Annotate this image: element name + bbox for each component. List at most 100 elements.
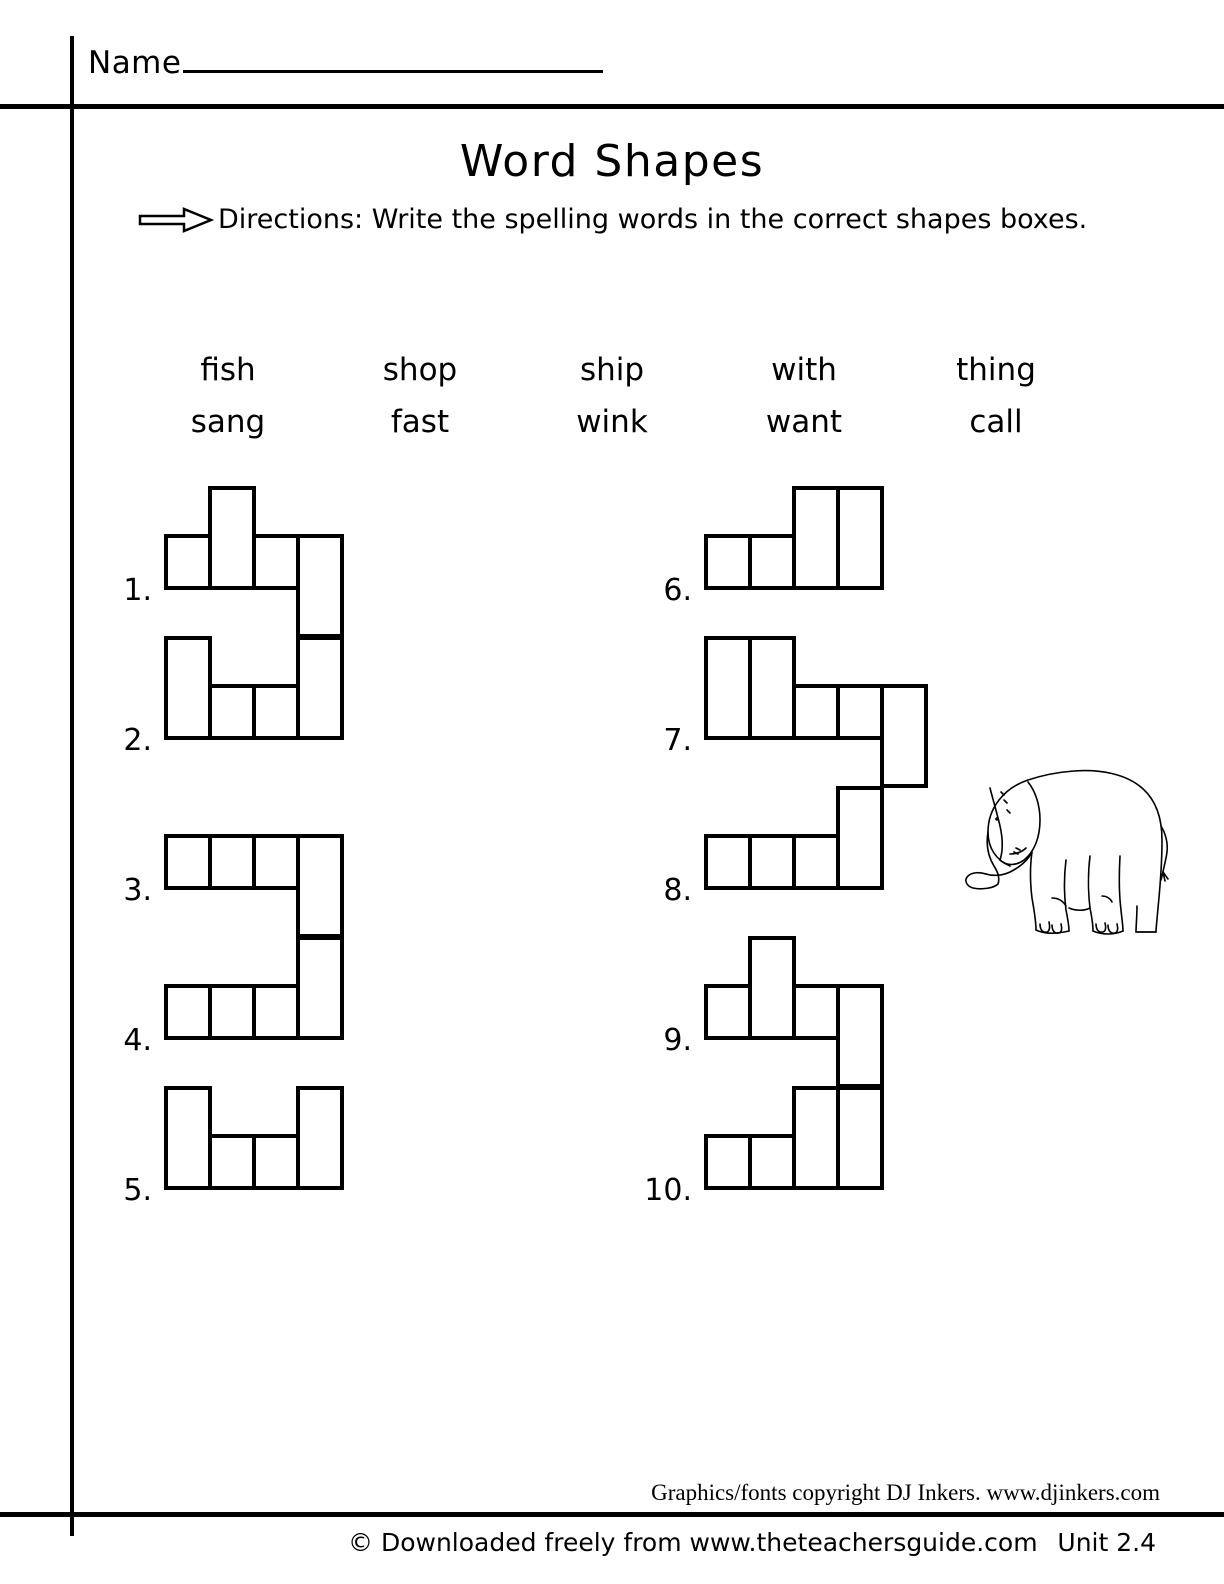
word-bank-item: sang xyxy=(190,404,266,440)
word-shape-item: 7. xyxy=(636,636,928,788)
word-bank-item: call xyxy=(969,404,1023,440)
elephant-illustration xyxy=(940,748,1180,948)
letter-box-tall[interactable] xyxy=(836,786,884,890)
letter-box-short[interactable] xyxy=(704,1134,752,1190)
word-bank-item: want xyxy=(765,404,843,440)
letter-box-short[interactable] xyxy=(836,684,884,740)
letter-box-short[interactable] xyxy=(208,834,256,890)
letter-box-short[interactable] xyxy=(164,534,212,590)
directions-row: Directions: Write the spelling words in … xyxy=(138,204,1087,235)
word-shape-number: 5. xyxy=(123,1173,152,1208)
graphics-credit: Graphics/fonts copyright DJ Inkers. www.… xyxy=(651,1480,1160,1505)
right-arrow-icon xyxy=(138,206,215,233)
word-shape-number: 4. xyxy=(123,1023,152,1058)
word-shape-item: 6. xyxy=(636,486,928,636)
word-shape-number: 7. xyxy=(663,723,692,758)
footer-divider-rule xyxy=(0,1512,1224,1517)
name-label: Name xyxy=(88,45,182,81)
letter-box-short[interactable] xyxy=(252,984,300,1040)
letter-box-short[interactable] xyxy=(704,534,752,590)
word-shape-item: 1. xyxy=(96,486,344,638)
word-shape-box-group xyxy=(704,786,884,936)
word-bank-item: ship xyxy=(579,352,645,388)
word-bank-item: thing xyxy=(956,352,1036,388)
left-margin-rule xyxy=(70,36,74,1536)
letter-box-short[interactable] xyxy=(252,684,300,740)
word-shape-number: 10. xyxy=(644,1173,692,1208)
worksheet-page: Name Word Shapes Directions: Write the s… xyxy=(0,0,1224,1584)
directions-text: Directions: Write the spelling words in … xyxy=(218,204,1088,235)
word-shape-number: 8. xyxy=(663,873,692,908)
word-shape-box-group xyxy=(164,486,344,638)
letter-box-short[interactable] xyxy=(208,684,256,740)
word-shape-number: 1. xyxy=(123,573,152,608)
header-divider-rule xyxy=(0,104,1224,109)
letter-box-desc[interactable] xyxy=(880,684,928,788)
word-shapes-column-right: 6. 7. 8. 9. 10. xyxy=(636,486,928,1236)
word-shape-number: 2. xyxy=(123,723,152,758)
page-title: Word Shapes xyxy=(459,136,765,187)
word-shape-box-group xyxy=(704,1086,884,1236)
letter-box-tall[interactable] xyxy=(296,936,344,1040)
letter-box-short[interactable] xyxy=(704,834,752,890)
word-bank-row: sang fast wink want call xyxy=(132,404,1092,440)
letter-box-tall[interactable] xyxy=(792,486,840,590)
word-shape-number: 3. xyxy=(123,873,152,908)
letter-box-short[interactable] xyxy=(792,984,840,1040)
word-shape-box-group xyxy=(704,486,884,636)
letter-box-desc[interactable] xyxy=(296,834,344,938)
letter-box-short[interactable] xyxy=(252,534,300,590)
word-bank-item: with xyxy=(771,352,837,388)
name-field-row: Name xyxy=(88,44,604,81)
letter-box-short[interactable] xyxy=(748,1134,796,1190)
letter-box-short[interactable] xyxy=(792,834,840,890)
letter-box-tall[interactable] xyxy=(164,636,212,740)
word-shape-box-group xyxy=(704,636,928,788)
letter-box-desc[interactable] xyxy=(836,984,884,1088)
word-shape-box-group xyxy=(164,936,344,1086)
word-shape-item: 3. xyxy=(96,786,344,938)
word-shape-item: 2. xyxy=(96,636,344,786)
letter-box-tall[interactable] xyxy=(296,1086,344,1190)
letter-box-tall[interactable] xyxy=(704,636,752,740)
word-shape-item: 10. xyxy=(636,1086,928,1236)
word-shape-item: 8. xyxy=(636,786,928,936)
page-footer: © Downloaded freely from www.theteachers… xyxy=(0,1528,1224,1568)
word-bank-item: wink xyxy=(576,404,648,440)
word-shape-box-group xyxy=(164,1086,344,1236)
letter-box-short[interactable] xyxy=(704,984,752,1040)
letter-box-short[interactable] xyxy=(748,834,796,890)
letter-box-tall[interactable] xyxy=(836,486,884,590)
letter-box-short[interactable] xyxy=(748,534,796,590)
letter-box-short[interactable] xyxy=(164,984,212,1040)
letter-box-short[interactable] xyxy=(792,684,840,740)
letter-box-tall[interactable] xyxy=(164,1086,212,1190)
name-input-blank[interactable] xyxy=(183,44,604,73)
letter-box-short[interactable] xyxy=(208,1134,256,1190)
letter-box-short[interactable] xyxy=(252,1134,300,1190)
word-shape-number: 6. xyxy=(663,573,692,608)
word-shape-box-group xyxy=(164,636,344,786)
word-bank: fish shop ship with thing sang fast wink… xyxy=(132,352,1092,456)
letter-box-tall[interactable] xyxy=(792,1086,840,1190)
word-bank-row: fish shop ship with thing xyxy=(132,352,1092,388)
word-shape-item: 9. xyxy=(636,936,928,1088)
letter-box-desc[interactable] xyxy=(296,534,344,638)
letter-box-tall[interactable] xyxy=(296,636,344,740)
word-shape-item: 4. xyxy=(96,936,344,1086)
footer-source-text: © Downloaded freely from www.theteachers… xyxy=(348,1528,1038,1557)
word-bank-item: fast xyxy=(390,404,450,440)
letter-box-short[interactable] xyxy=(208,984,256,1040)
footer-unit-label: Unit 2.4 xyxy=(1057,1528,1156,1557)
letter-box-short[interactable] xyxy=(164,834,212,890)
word-shape-number: 9. xyxy=(663,1023,692,1058)
letter-box-tall[interactable] xyxy=(748,936,796,1040)
word-shape-box-group xyxy=(704,936,884,1088)
letter-box-tall[interactable] xyxy=(208,486,256,590)
word-shape-item: 5. xyxy=(96,1086,344,1236)
letter-box-short[interactable] xyxy=(252,834,300,890)
word-bank-item: fish xyxy=(200,352,256,388)
letter-box-tall[interactable] xyxy=(748,636,796,740)
word-bank-item: shop xyxy=(382,352,458,388)
letter-box-tall[interactable] xyxy=(836,1086,884,1190)
